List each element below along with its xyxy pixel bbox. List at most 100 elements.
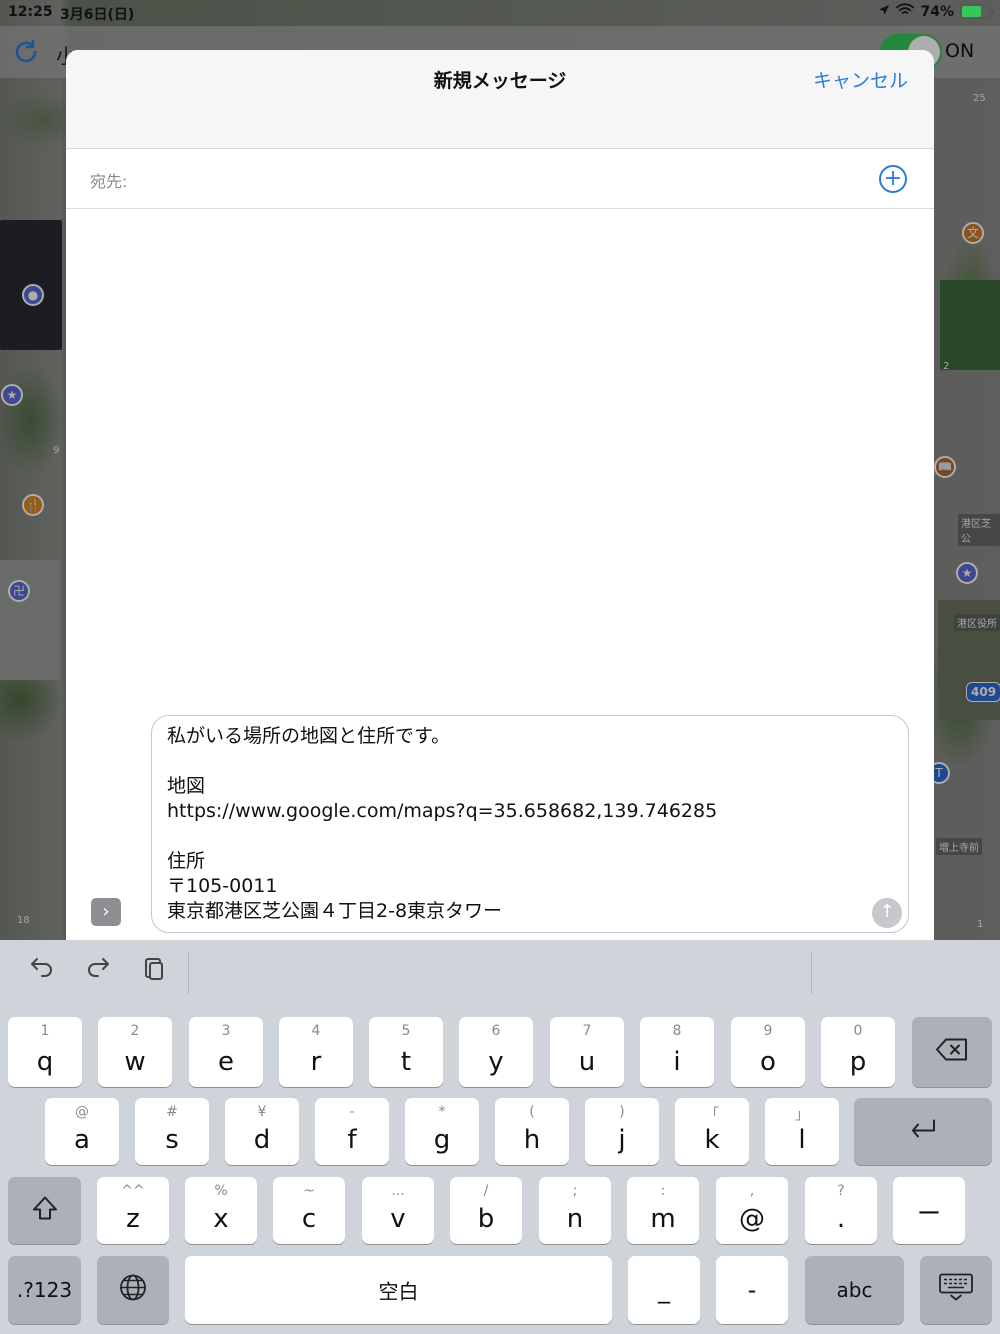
key-z[interactable]: ^^ z (97, 1177, 169, 1244)
key-sub-label: 7 (582, 1023, 592, 1039)
key-label: e (218, 1047, 234, 1077)
key-label: g (433, 1125, 451, 1155)
key-t[interactable]: 5t (369, 1017, 443, 1087)
key-p[interactable]: 0p (821, 1017, 895, 1087)
key-g[interactable]: * g (405, 1098, 479, 1165)
send-button[interactable]: ↑ (872, 898, 902, 928)
wifi-icon (896, 3, 915, 20)
expand-apps-button[interactable]: › (91, 898, 121, 926)
key-sub-label: 2 (130, 1023, 140, 1039)
numbers-key[interactable]: .?123 (8, 1256, 81, 1324)
key-label: b (477, 1204, 495, 1234)
key-e[interactable]: 3e (189, 1017, 263, 1087)
key-label: d (253, 1125, 271, 1155)
key-long-dash[interactable]: ー (893, 1177, 965, 1244)
key-label: y (488, 1047, 504, 1077)
message-line: 住所 (167, 850, 206, 872)
key-a[interactable]: @ a (45, 1098, 119, 1165)
key-sub-label: ~ (303, 1183, 315, 1199)
key-u[interactable]: 7u (550, 1017, 624, 1087)
message-body-field[interactable]: 私がいる場所の地図と住所です。 地図 https://www.google.co… (151, 715, 909, 933)
key-x[interactable]: % x (185, 1177, 257, 1244)
recipient-input[interactable] (138, 163, 838, 193)
key-label: q (36, 1047, 54, 1077)
key-l[interactable]: 」 l (765, 1098, 839, 1165)
status-bar: 12:25 3月6日(日) ••• 74% (0, 0, 1000, 26)
key-label: ー (917, 1199, 941, 1227)
key-label: k (704, 1125, 720, 1155)
status-date: 3月6日(日) (60, 7, 135, 23)
key-label: .?123 (16, 1278, 73, 1302)
add-contact-button[interactable]: + (879, 165, 907, 193)
key-sub-label: / (483, 1183, 489, 1199)
key-label: u (578, 1047, 596, 1077)
message-line (167, 824, 893, 849)
return-key[interactable] (854, 1098, 992, 1165)
key-sub-label: 6 (491, 1023, 501, 1039)
key-sub-label: 0 (853, 1023, 863, 1039)
key-q[interactable]: 1q (8, 1017, 82, 1087)
key-o[interactable]: 9o (731, 1017, 805, 1087)
software-keyboard: 1q 2w 3e 4r 5t 6y 7u 8i 9o 0p @ a # s ¥ d -… (0, 940, 1000, 1334)
backspace-key[interactable] (912, 1017, 992, 1087)
key-sub-label: ( (529, 1104, 535, 1120)
key-i[interactable]: 8i (640, 1017, 714, 1087)
message-line: 〒105-0011 (167, 875, 278, 897)
key-m[interactable]: :m (627, 1177, 699, 1244)
toolbar-divider (811, 952, 812, 994)
multitasking-dots-icon[interactable]: ••• (486, 6, 514, 22)
key-label: a (74, 1125, 90, 1155)
key-sub-label: % (214, 1183, 228, 1199)
key-sub-label: , (749, 1183, 755, 1199)
backspace-icon (912, 1038, 992, 1067)
key-sub-label: 「 (705, 1107, 719, 1123)
key-label: 空白 (378, 1279, 419, 1304)
shift-key[interactable] (8, 1177, 81, 1244)
key-v[interactable]: ... v (362, 1177, 434, 1244)
key-y[interactable]: 6y (459, 1017, 533, 1087)
key-sub-label: 3 (221, 1023, 231, 1039)
sheet-title: 新規メッセージ (433, 70, 567, 92)
key-sub-label: ? (837, 1183, 845, 1199)
abc-key[interactable]: abc (805, 1256, 904, 1324)
paste-icon[interactable] (136, 954, 172, 990)
key-sub-label: - (349, 1104, 355, 1120)
cancel-button[interactable]: キャンセル (813, 66, 908, 93)
key-label: @ (739, 1204, 765, 1234)
key-label: i (673, 1047, 681, 1077)
keyboard-dismiss-icon (920, 1273, 992, 1308)
key-f[interactable]: -f (315, 1098, 389, 1165)
key-k[interactable]: 「k (675, 1098, 749, 1165)
message-line: 私がいる場所の地図と住所です。 (167, 725, 451, 747)
key-underscore[interactable]: _ (628, 1256, 700, 1324)
key-j[interactable]: ) j (585, 1098, 659, 1165)
key-b[interactable]: / b (450, 1177, 522, 1244)
key-period[interactable]: ?. (805, 1177, 877, 1244)
undo-icon[interactable] (24, 954, 60, 990)
key-sub-label: ^^ (121, 1183, 145, 1199)
space-key[interactable]: 空白 (185, 1256, 612, 1324)
sheet-header: 新規メッセージ キャンセル (66, 50, 934, 149)
globe-icon (97, 1273, 169, 1308)
key-d[interactable]: ¥ d (225, 1098, 299, 1165)
redo-icon[interactable] (80, 954, 116, 990)
dismiss-keyboard-key[interactable] (920, 1256, 992, 1324)
location-arrow-icon (878, 4, 890, 20)
key-label: v (390, 1204, 406, 1234)
key-s[interactable]: # s (135, 1098, 209, 1165)
battery-icon (960, 4, 994, 19)
globe-key[interactable] (97, 1256, 169, 1324)
key-sub-label: : (660, 1183, 666, 1199)
key-label: c (301, 1204, 317, 1234)
recipient-row: 宛先: + (66, 149, 934, 209)
key-at[interactable]: , @ (716, 1177, 788, 1244)
message-line: 東京都港区芝公園４丁目2-8東京タワー (167, 900, 503, 922)
key-c[interactable]: ~ c (273, 1177, 345, 1244)
key-hyphen[interactable]: - (716, 1256, 788, 1324)
key-w[interactable]: 2w (98, 1017, 172, 1087)
key-label: h (523, 1125, 541, 1155)
key-h[interactable]: (h (495, 1098, 569, 1165)
key-r[interactable]: 4r (279, 1017, 353, 1087)
key-n[interactable]: ; n (539, 1177, 611, 1244)
key-sub-label: # (166, 1104, 178, 1120)
